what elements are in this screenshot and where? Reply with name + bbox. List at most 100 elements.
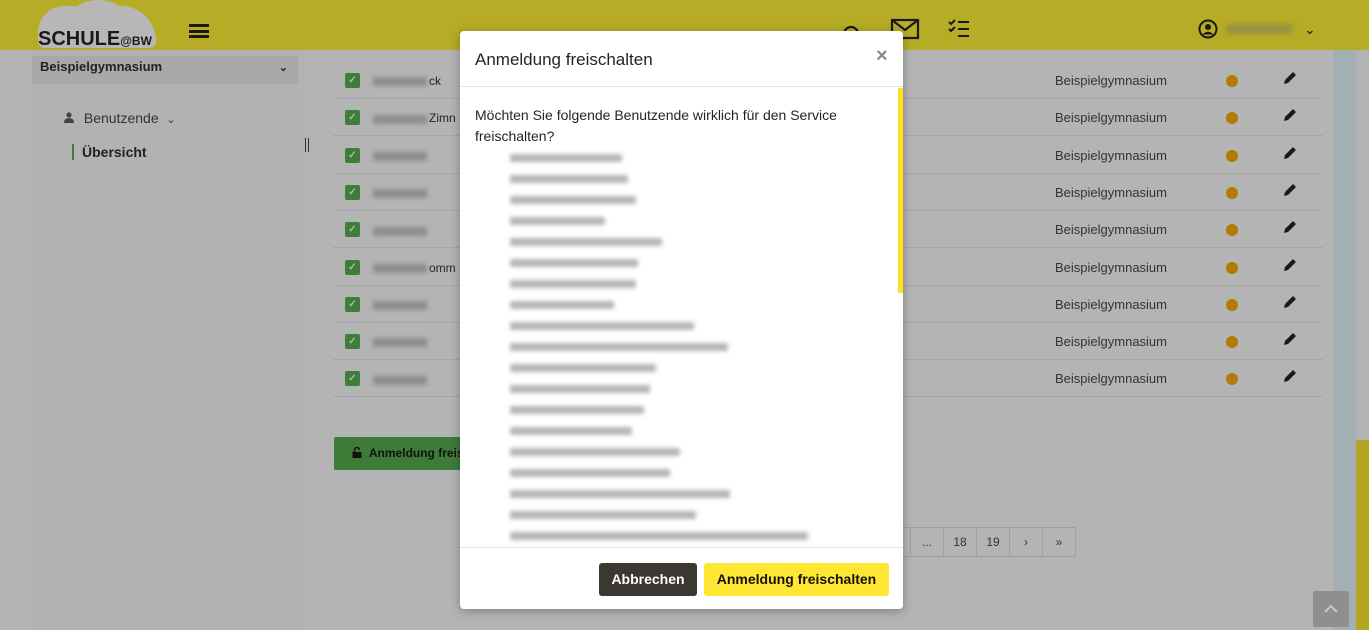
sidebar-item-label: Benutzende: [83, 110, 159, 126]
blurred-user-entry: [510, 511, 696, 519]
edit-icon[interactable]: [1283, 369, 1297, 387]
cancel-button[interactable]: Abbrechen: [599, 563, 697, 596]
status-dot: [1226, 261, 1238, 274]
chevron-down-icon: ⌄: [166, 114, 176, 126]
status-dot: [1226, 373, 1238, 386]
status-dot: [1226, 75, 1238, 87]
lock-open-icon: [352, 446, 369, 460]
status-dot: [1226, 186, 1238, 199]
school-cell: Beispielgymnasium: [1055, 73, 1167, 88]
user-name: [1226, 24, 1292, 34]
list-item: [510, 400, 808, 421]
list-item: [510, 484, 808, 505]
sidebar-item-overview[interactable]: Übersicht: [72, 144, 147, 160]
list-item: [510, 295, 808, 316]
page-ellipsis: ...: [910, 527, 944, 557]
modal-body[interactable]: Möchten Sie folgende Benutzende wirklich…: [460, 88, 903, 547]
blurred-name: [373, 301, 427, 311]
school-cell: Beispielgymnasium: [1055, 147, 1167, 163]
blurred-user-entry: [510, 238, 662, 246]
row-checkbox[interactable]: ✓: [345, 296, 360, 312]
row-checkbox[interactable]: ✓: [345, 147, 360, 163]
status-dot: [1226, 149, 1238, 162]
school-cell: Beispielgymnasium: [1055, 110, 1167, 126]
blurred-user-entry: [510, 406, 644, 414]
school-cell: Beispielgymnasium: [1055, 296, 1167, 312]
blurred-user-entry: [510, 259, 638, 267]
user-name-cell: [373, 149, 429, 163]
school-select-label: Beispielgymnasium: [40, 59, 163, 74]
edit-icon[interactable]: [1283, 183, 1297, 201]
row-checkbox[interactable]: ✓: [345, 222, 360, 238]
edit-icon[interactable]: [1283, 220, 1297, 238]
next-page-button[interactable]: ›: [1009, 527, 1043, 557]
blurred-user-entry: [510, 448, 680, 456]
blurred-name: [373, 375, 427, 385]
close-icon[interactable]: ×: [876, 45, 888, 68]
edit-icon[interactable]: [1283, 108, 1297, 126]
row-checkbox[interactable]: ✓: [345, 110, 360, 126]
blurred-user-entry: [510, 217, 605, 225]
list-item: [510, 274, 808, 295]
blurred-user-entry: [510, 490, 730, 498]
user-name-cell: [373, 223, 429, 237]
modal-title: Anmeldung freischalten: [475, 50, 653, 69]
chevron-up-icon: [1324, 604, 1338, 613]
page-link[interactable]: 18: [943, 527, 977, 557]
user-name-cell: [373, 298, 429, 312]
blurred-user-entry: [510, 532, 808, 540]
modal-footer: Abbrechen Anmeldung freischalten: [460, 547, 903, 609]
blurred-user-entry: [510, 385, 650, 393]
menu-icon[interactable]: [189, 24, 209, 38]
user-name-cell: Zimn: [373, 111, 456, 125]
blurred-user-entry: [510, 175, 628, 183]
page-link[interactable]: 19: [976, 527, 1010, 557]
blurred-user-entry: [510, 364, 656, 372]
logo-text: SCHULE@BW: [38, 28, 152, 50]
last-page-button[interactable]: »: [1042, 527, 1076, 557]
school-cell: Beispielgymnasium: [1055, 334, 1167, 350]
confirm-unlock-button[interactable]: Anmeldung freischalten: [704, 563, 889, 596]
unlock-login-button[interactable]: Anmeldung freis: [334, 437, 474, 470]
list-item: [510, 463, 808, 484]
blurred-name: [373, 226, 427, 236]
user-menu[interactable]: ⌄: [1198, 18, 1316, 40]
blurred-user-entry: [510, 280, 636, 288]
list-item: [510, 148, 808, 169]
blurred-user-entry: [510, 154, 622, 162]
list-item: [510, 442, 808, 463]
edit-icon[interactable]: [1283, 71, 1297, 89]
unlock-login-label: Anmeldung freis: [368, 446, 464, 460]
user-name-cell: omm: [373, 261, 456, 275]
edit-icon[interactable]: [1283, 146, 1297, 164]
checklist-icon[interactable]: [948, 18, 970, 44]
status-dot: [1226, 224, 1238, 237]
list-item: [510, 337, 808, 358]
blurred-name: [373, 151, 427, 161]
row-checkbox[interactable]: ✓: [345, 259, 360, 275]
row-checkbox[interactable]: ✓: [345, 334, 360, 350]
edit-icon[interactable]: [1283, 258, 1297, 276]
edit-icon[interactable]: [1283, 295, 1297, 313]
row-checkbox[interactable]: ✓: [345, 73, 360, 88]
user-circle-icon: [1198, 19, 1218, 39]
school-cell: Beispielgymnasium: [1055, 222, 1167, 238]
modal-scrollbar[interactable]: [898, 88, 903, 293]
row-checkbox[interactable]: ✓: [345, 371, 360, 387]
sidebar-item-users[interactable]: Benutzende ⌄: [64, 110, 176, 126]
blurred-user-entry: [510, 322, 694, 330]
confirm-question: Möchten Sie folgende Benutzende wirklich…: [475, 107, 837, 144]
row-checkbox[interactable]: ✓: [345, 184, 360, 200]
user-name-cell: [373, 372, 429, 386]
edit-icon[interactable]: [1283, 332, 1297, 350]
blurred-name: [373, 338, 427, 348]
blurred-name: [373, 77, 427, 87]
logo[interactable]: SCHULE@BW: [28, 0, 178, 50]
scroll-top-button[interactable]: [1313, 591, 1349, 627]
school-select[interactable]: Beispielgymnasium ⌄: [32, 56, 298, 84]
sidebar-collapse-handle[interactable]: [305, 138, 309, 152]
unlock-modal: Anmeldung freischalten × Möchten Sie fol…: [460, 31, 903, 609]
list-item: [510, 211, 808, 232]
blurred-user-entry: [510, 427, 632, 435]
list-item: [510, 505, 808, 526]
